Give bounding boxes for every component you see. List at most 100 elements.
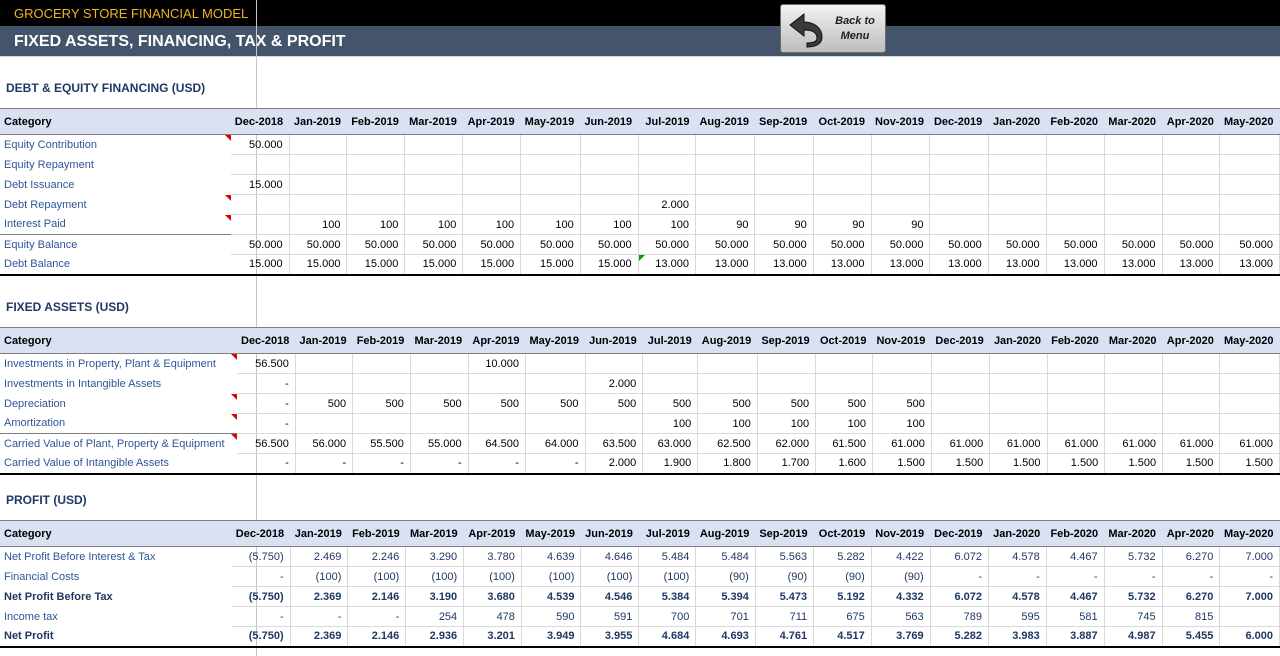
value-cell[interactable] xyxy=(520,194,581,215)
value-cell[interactable]: 711 xyxy=(755,606,815,627)
value-cell[interactable] xyxy=(929,134,989,155)
value-cell[interactable]: 7.000 xyxy=(1219,546,1280,567)
value-cell[interactable] xyxy=(757,373,817,394)
value-cell[interactable] xyxy=(1162,393,1221,414)
value-cell[interactable]: 50.000 xyxy=(230,234,290,255)
value-cell[interactable]: 5.563 xyxy=(755,546,815,567)
value-cell[interactable] xyxy=(525,413,586,434)
value-cell[interactable]: (90) xyxy=(695,566,756,587)
value-cell[interactable]: (90) xyxy=(813,566,872,587)
value-cell[interactable] xyxy=(754,154,814,175)
value-cell[interactable]: 500 xyxy=(468,393,526,414)
value-cell[interactable]: (5.750) xyxy=(231,586,291,607)
value-cell[interactable]: 1.500 xyxy=(1104,453,1164,475)
value-cell[interactable]: 6.072 xyxy=(930,586,990,607)
value-cell[interactable] xyxy=(1219,606,1280,627)
value-cell[interactable]: 13.000 xyxy=(813,254,872,276)
value-cell[interactable] xyxy=(929,214,989,235)
value-cell[interactable] xyxy=(1104,134,1163,155)
value-cell[interactable] xyxy=(1047,413,1106,434)
value-cell[interactable]: 5.484 xyxy=(695,546,756,567)
value-cell[interactable] xyxy=(1219,214,1280,235)
value-cell[interactable]: 15.000 xyxy=(404,254,464,276)
value-cell[interactable]: 2.469 xyxy=(290,546,349,567)
value-cell[interactable]: 3.290 xyxy=(405,546,465,567)
row-label[interactable]: Carried Value of Intangible Assets xyxy=(0,453,237,475)
value-cell[interactable]: - xyxy=(231,606,291,627)
value-cell[interactable] xyxy=(468,413,526,434)
value-cell[interactable] xyxy=(230,194,290,215)
value-cell[interactable] xyxy=(931,393,991,414)
value-cell[interactable] xyxy=(813,154,872,175)
value-cell[interactable]: 13.000 xyxy=(1162,254,1221,276)
value-cell[interactable]: 62.000 xyxy=(757,433,817,454)
value-cell[interactable]: 100 xyxy=(404,214,464,235)
value-cell[interactable]: 5.473 xyxy=(755,586,815,607)
value-cell[interactable]: 100 xyxy=(872,413,932,434)
value-cell[interactable]: 50.000 xyxy=(520,234,581,255)
value-cell[interactable]: 1.500 xyxy=(1047,453,1106,475)
value-cell[interactable]: 789 xyxy=(930,606,990,627)
row-label[interactable]: Equity Contribution xyxy=(0,135,231,155)
value-cell[interactable] xyxy=(872,373,932,394)
value-cell[interactable] xyxy=(1046,154,1105,175)
value-cell[interactable] xyxy=(410,353,469,374)
value-cell[interactable]: 4.539 xyxy=(521,586,582,607)
value-cell[interactable]: 5.192 xyxy=(813,586,872,607)
value-cell[interactable]: 50.000 xyxy=(695,234,756,255)
value-cell[interactable]: 590 xyxy=(521,606,582,627)
value-cell[interactable]: (100) xyxy=(463,566,522,587)
value-cell[interactable] xyxy=(695,194,756,215)
value-cell[interactable] xyxy=(404,154,464,175)
value-cell[interactable]: 13.000 xyxy=(1219,254,1280,276)
value-cell[interactable] xyxy=(520,134,581,155)
value-cell[interactable]: 90 xyxy=(871,214,931,235)
value-cell[interactable]: 50.000 xyxy=(404,234,464,255)
value-cell[interactable] xyxy=(289,154,348,175)
value-cell[interactable] xyxy=(289,174,348,195)
value-cell[interactable]: - xyxy=(237,453,296,475)
value-cell[interactable] xyxy=(352,353,411,374)
value-cell[interactable]: 13.000 xyxy=(638,254,696,276)
value-cell[interactable] xyxy=(988,134,1047,155)
value-cell[interactable]: 4.467 xyxy=(1046,546,1105,567)
value-cell[interactable] xyxy=(404,174,464,195)
value-cell[interactable]: 55.500 xyxy=(352,433,411,454)
value-cell[interactable]: 55.000 xyxy=(410,433,469,454)
value-cell[interactable]: 500 xyxy=(815,393,873,414)
value-cell[interactable]: - xyxy=(237,413,296,434)
value-cell[interactable] xyxy=(525,373,586,394)
value-cell[interactable]: 500 xyxy=(525,393,586,414)
value-cell[interactable]: 4.578 xyxy=(988,546,1047,567)
value-cell[interactable] xyxy=(1162,174,1221,195)
value-cell[interactable] xyxy=(585,353,644,374)
value-cell[interactable]: 100 xyxy=(815,413,873,434)
value-cell[interactable] xyxy=(352,373,411,394)
back-to-menu-button[interactable]: Back to Menu xyxy=(780,4,886,53)
row-label[interactable]: Equity Repayment xyxy=(0,155,231,175)
value-cell[interactable]: 2.246 xyxy=(347,546,407,567)
value-cell[interactable]: 1.500 xyxy=(872,453,932,475)
value-cell[interactable]: 100 xyxy=(462,214,522,235)
value-cell[interactable] xyxy=(988,174,1047,195)
value-cell[interactable]: 50.000 xyxy=(1046,234,1105,255)
value-cell[interactable] xyxy=(580,174,639,195)
value-cell[interactable]: (5.750) xyxy=(231,546,291,567)
value-cell[interactable]: 100 xyxy=(757,413,817,434)
row-label[interactable]: Income tax xyxy=(0,607,232,627)
value-cell[interactable] xyxy=(520,154,581,175)
value-cell[interactable]: 1.500 xyxy=(931,453,991,475)
value-cell[interactable] xyxy=(1046,134,1105,155)
value-cell[interactable]: - xyxy=(410,453,469,475)
value-cell[interactable]: 478 xyxy=(463,606,522,627)
value-cell[interactable] xyxy=(754,134,814,155)
value-cell[interactable] xyxy=(289,134,348,155)
value-cell[interactable]: (100) xyxy=(347,566,407,587)
value-cell[interactable]: 61.000 xyxy=(1104,433,1164,454)
value-cell[interactable]: 4.578 xyxy=(988,586,1047,607)
value-cell[interactable]: (5.750) xyxy=(231,626,291,648)
value-cell[interactable]: 3.201 xyxy=(463,626,522,648)
value-cell[interactable] xyxy=(754,174,814,195)
value-cell[interactable] xyxy=(813,194,872,215)
value-cell[interactable]: - xyxy=(352,453,411,475)
